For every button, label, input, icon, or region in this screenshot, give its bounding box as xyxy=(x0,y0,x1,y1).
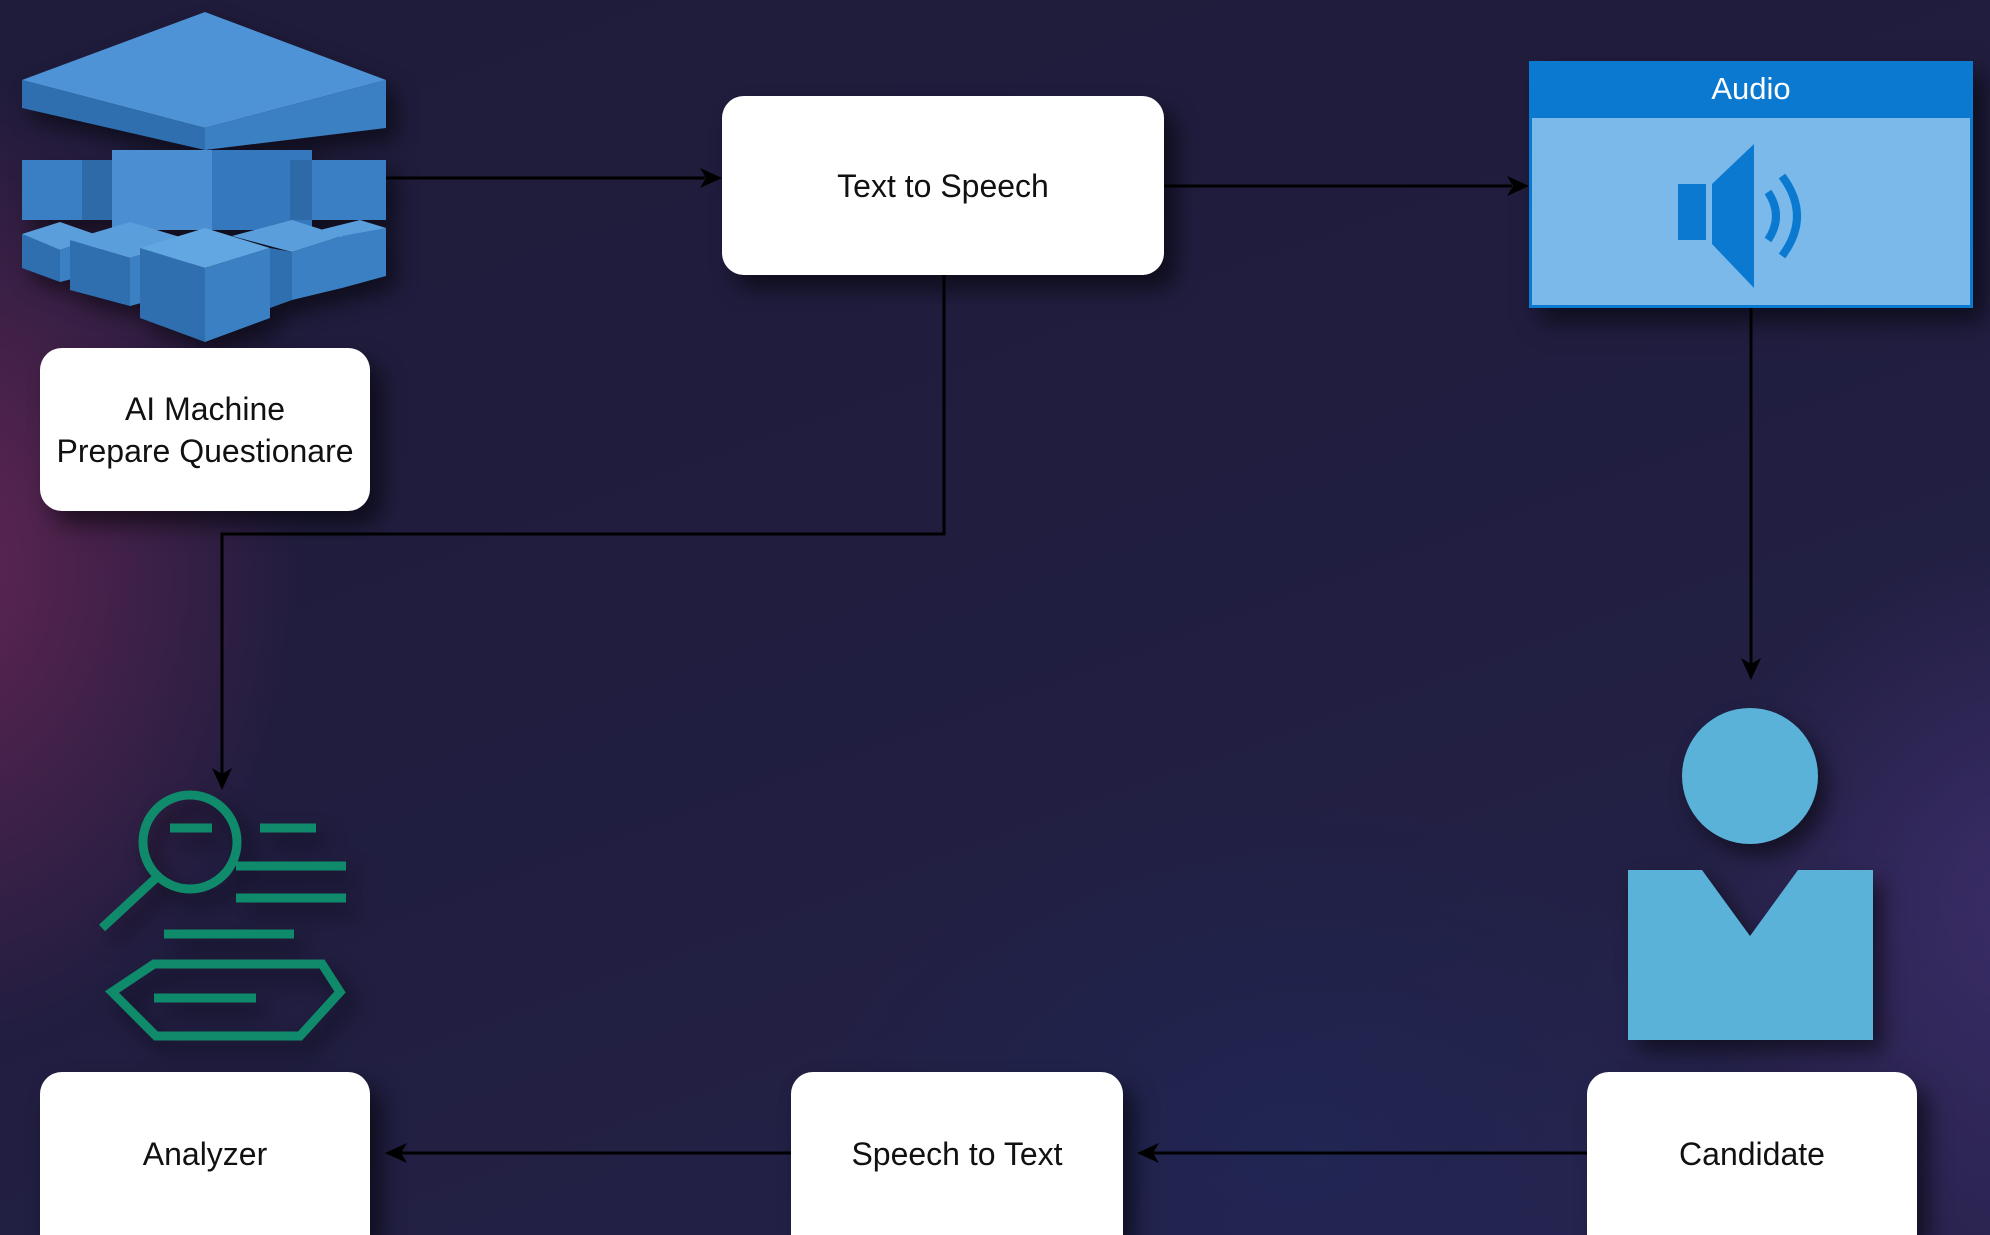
node-analyzer-label: Analyzer xyxy=(142,1135,268,1172)
audio-panel: Audio xyxy=(1529,61,1973,308)
search-analyzer-icon xyxy=(98,790,346,1041)
machine-learning-cubes-icon xyxy=(22,12,386,342)
node-candidate-label: Candidate xyxy=(1679,1135,1825,1172)
node-text-to-speech-label: Text to Speech xyxy=(837,167,1049,204)
node-speech-to-text-label: Speech to Text xyxy=(851,1135,1063,1172)
audio-header: Audio xyxy=(1532,64,1970,118)
node-text-to-speech[interactable]: Text to Speech xyxy=(722,96,1164,275)
speaker-icon xyxy=(1678,144,1801,288)
node-speech-to-text[interactable]: Speech to Text xyxy=(791,1072,1123,1235)
node-analyzer[interactable]: Analyzer xyxy=(40,1072,370,1235)
person-icon xyxy=(1628,708,1873,1040)
node-candidate[interactable]: Candidate xyxy=(1587,1072,1917,1235)
node-ai-machine-label: AI Machine Prepare Questionare xyxy=(56,390,354,469)
node-ai-machine[interactable]: AI Machine Prepare Questionare xyxy=(40,348,370,511)
